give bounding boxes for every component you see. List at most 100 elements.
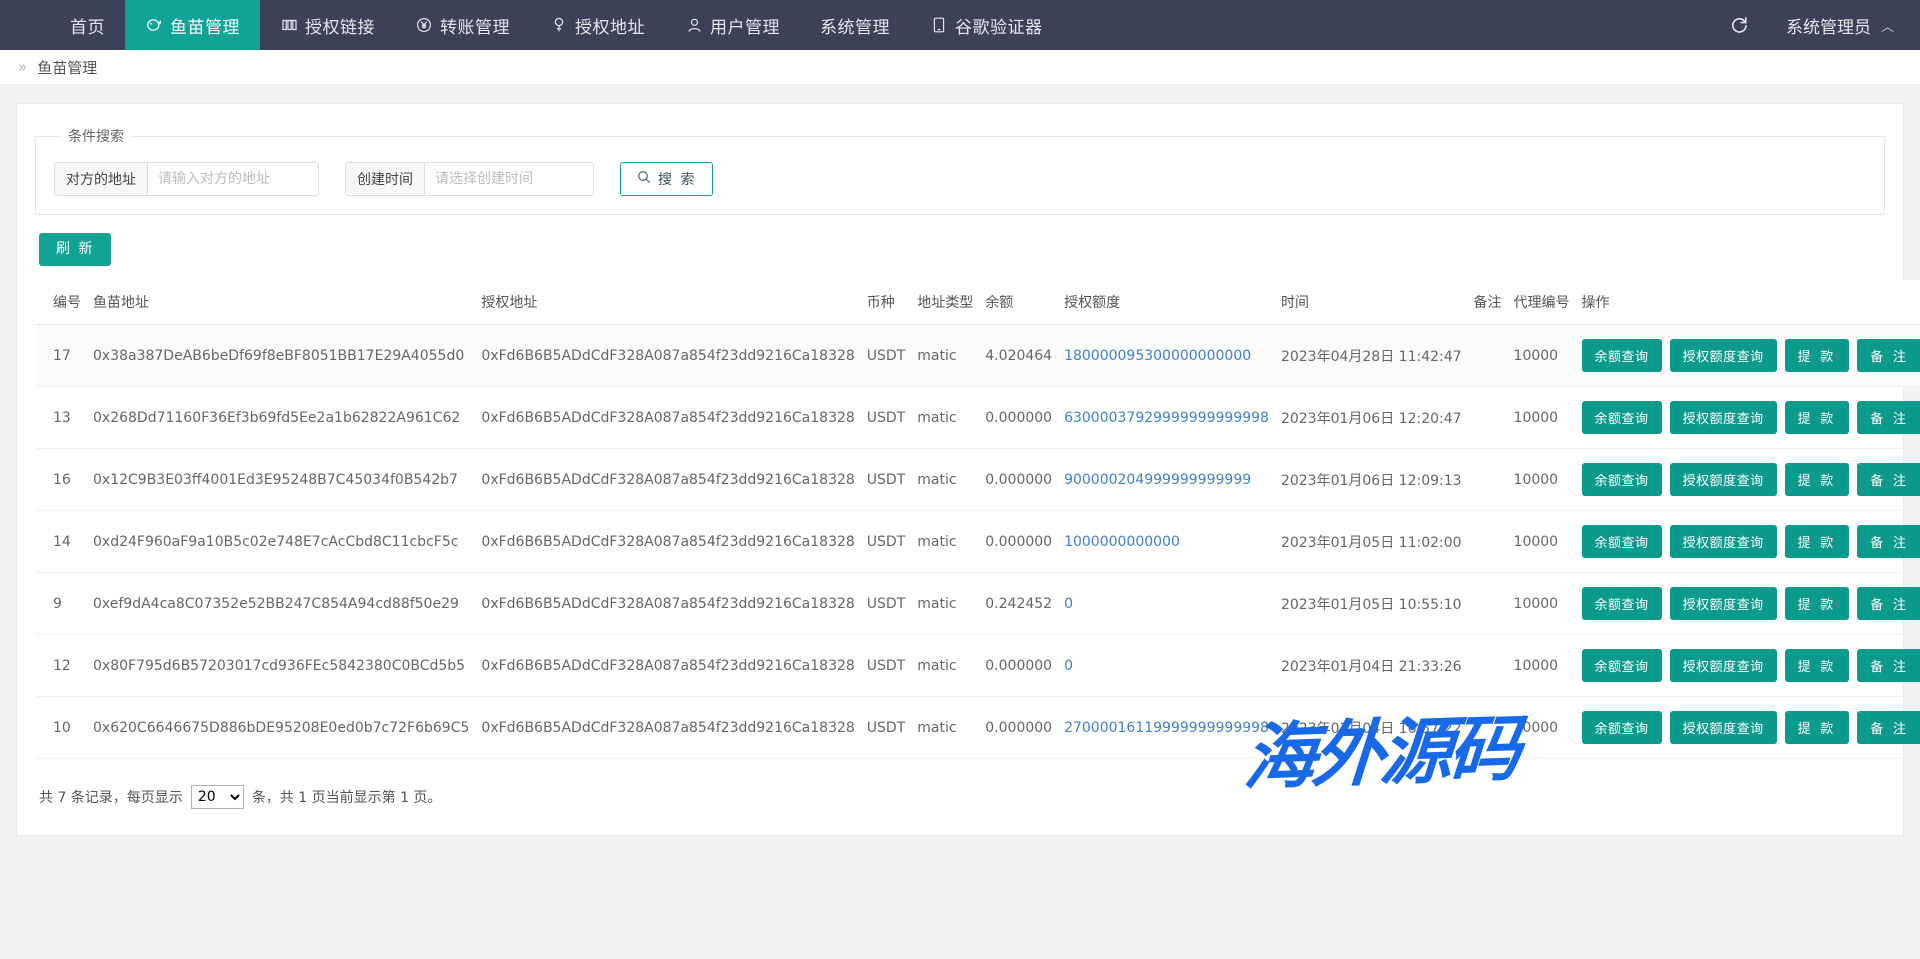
withdraw-button[interactable]: 提 款 xyxy=(1785,463,1850,496)
balance-query-button[interactable]: 余额查询 xyxy=(1582,587,1662,620)
quota-query-button[interactable]: 授权额度查询 xyxy=(1670,587,1777,620)
withdraw-button[interactable]: 提 款 xyxy=(1785,649,1850,682)
operations-group: 余额查询授权额度查询提 款备 注 xyxy=(1582,525,1920,558)
cell-operations: 余额查询授权额度查询提 款备 注 xyxy=(1576,573,1920,635)
address-filter-label: 对方的地址 xyxy=(54,162,147,196)
note-button[interactable]: 备 注 xyxy=(1857,401,1920,434)
withdraw-button[interactable]: 提 款 xyxy=(1785,587,1850,620)
search-panel-legend: 条件搜索 xyxy=(60,126,132,146)
address-filter-input[interactable] xyxy=(147,162,319,196)
cell-time: 2023年01月05日 11:02:00 xyxy=(1275,511,1468,573)
cell-id: 14 xyxy=(35,511,87,573)
nav-item-google-authenticator[interactable]: 谷歌验证器 xyxy=(910,0,1063,50)
cell-auth-address: 0xFd6B6B5ADdCdF328A087a854f23dd9216Ca183… xyxy=(475,449,860,511)
cell-address-type: matic xyxy=(911,697,979,759)
table-row: 140xd24F960aF9a10B5c02e748E7cAcCbd8C11cb… xyxy=(35,511,1920,573)
cell-auth-address: 0xFd6B6B5ADdCdF328A087a854f23dd9216Ca183… xyxy=(475,573,860,635)
cell-note xyxy=(1468,325,1508,387)
withdraw-button[interactable]: 提 款 xyxy=(1785,339,1850,372)
nav-item-label: 用户管理 xyxy=(710,13,780,38)
quota-query-button[interactable]: 授权额度查询 xyxy=(1670,463,1777,496)
cell-seed-address: 0x80F795d6B57203017cd936FEc5842380C0BCd5… xyxy=(87,635,475,697)
quota-link[interactable]: 900000204999999999999 xyxy=(1064,472,1251,488)
nav-item-label: 谷歌验证器 xyxy=(955,13,1043,38)
cell-time: 2023年01月04日 21:33:26 xyxy=(1275,635,1468,697)
navbar-menu: 首页 鱼苗管理 授权链接 xyxy=(50,0,1063,50)
address-filter-group: 对方的地址 xyxy=(54,162,319,196)
cell-coin: USDT xyxy=(861,573,911,635)
refresh-icon[interactable] xyxy=(1726,12,1752,38)
quota-link[interactable]: 1000000000000 xyxy=(1064,534,1180,550)
cell-quota: 180000095300000000000 xyxy=(1058,325,1275,387)
user-menu[interactable]: 系统管理员 ︿ xyxy=(1786,13,1894,38)
quota-query-button[interactable]: 授权额度查询 xyxy=(1670,401,1777,434)
cell-time: 2023年01月06日 12:20:47 xyxy=(1275,387,1468,449)
cell-id: 17 xyxy=(35,325,87,387)
cell-seed-address: 0x12C9B3E03ff4001Ed3E95248B7C45034f0B542… xyxy=(87,449,475,511)
withdraw-button[interactable]: 提 款 xyxy=(1785,525,1850,558)
nav-item-auth-link[interactable]: 授权链接 xyxy=(260,0,395,50)
refresh-button[interactable]: 刷 新 xyxy=(39,233,111,266)
nav-item-label: 授权链接 xyxy=(305,13,375,38)
cell-balance: 0.000000 xyxy=(979,449,1058,511)
cell-agent-id: 10000 xyxy=(1508,325,1576,387)
note-button[interactable]: 备 注 xyxy=(1857,649,1920,682)
balance-query-button[interactable]: 余额查询 xyxy=(1582,711,1662,744)
cell-auth-address: 0xFd6B6B5ADdCdF328A087a854f23dd9216Ca183… xyxy=(475,697,860,759)
nav-item-system-management[interactable]: 系统管理 xyxy=(800,0,910,50)
cell-operations: 余额查询授权额度查询提 款备 注 xyxy=(1576,387,1920,449)
balance-query-button[interactable]: 余额查询 xyxy=(1582,339,1662,372)
created-time-filter-input[interactable] xyxy=(424,162,594,196)
cell-coin: USDT xyxy=(861,635,911,697)
pagination-suffix-label: 条，共 1 页当前显示第 1 页。 xyxy=(252,787,442,807)
quota-link[interactable]: 27000016119999999999998 xyxy=(1064,720,1269,736)
balance-query-button[interactable]: 余额查询 xyxy=(1582,463,1662,496)
column-header-time: 时间 xyxy=(1275,280,1468,325)
operations-group: 余额查询授权额度查询提 款备 注 xyxy=(1582,587,1920,620)
cell-operations: 余额查询授权额度查询提 款备 注 xyxy=(1576,635,1920,697)
operations-group: 余额查询授权额度查询提 款备 注 xyxy=(1582,711,1920,744)
nav-item-auth-address[interactable]: 授权地址 xyxy=(530,0,665,50)
quota-query-button[interactable]: 授权额度查询 xyxy=(1670,649,1777,682)
quota-query-button[interactable]: 授权额度查询 xyxy=(1670,525,1777,558)
table-head: 编号 鱼苗地址 授权地址 币种 地址类型 余额 授权额度 时间 备注 代理编号 … xyxy=(35,280,1920,325)
nav-item-fish-management[interactable]: 鱼苗管理 xyxy=(125,0,260,50)
cell-balance: 0.000000 xyxy=(979,635,1058,697)
withdraw-button[interactable]: 提 款 xyxy=(1785,401,1850,434)
quota-link[interactable]: 63000037929999999999998 xyxy=(1064,410,1269,426)
column-header-auth-address: 授权地址 xyxy=(475,280,860,325)
withdraw-button[interactable]: 提 款 xyxy=(1785,711,1850,744)
note-button[interactable]: 备 注 xyxy=(1857,525,1920,558)
breadcrumb-current-page: 鱼苗管理 xyxy=(37,57,97,78)
cell-balance: 0.242452 xyxy=(979,573,1058,635)
quota-query-button[interactable]: 授权额度查询 xyxy=(1670,711,1777,744)
note-button[interactable]: 备 注 xyxy=(1857,339,1920,372)
column-header-address-type: 地址类型 xyxy=(911,280,979,325)
cell-note xyxy=(1468,635,1508,697)
cell-agent-id: 10000 xyxy=(1508,449,1576,511)
quota-link[interactable]: 0 xyxy=(1064,658,1073,674)
nav-item-user-management[interactable]: 用户管理 xyxy=(665,0,800,50)
quota-query-button[interactable]: 授权额度查询 xyxy=(1670,339,1777,372)
nav-item-home[interactable]: 首页 xyxy=(50,0,125,50)
quota-link[interactable]: 180000095300000000000 xyxy=(1064,348,1251,364)
search-button[interactable]: 搜 索 xyxy=(620,162,713,196)
column-header-operations: 操作 xyxy=(1576,280,1920,325)
page-wrapper: 条件搜索 对方的地址 创建时间 搜 索 xyxy=(0,85,1920,836)
note-button[interactable]: 备 注 xyxy=(1857,711,1920,744)
search-icon xyxy=(637,170,651,188)
balance-query-button[interactable]: 余额查询 xyxy=(1582,401,1662,434)
nav-item-transfer-management[interactable]: 转账管理 xyxy=(395,0,530,50)
quota-link[interactable]: 0 xyxy=(1064,596,1073,612)
cell-agent-id: 10000 xyxy=(1508,511,1576,573)
cell-seed-address: 0x620C6646675D886bDE95208E0ed0b7c72F6b69… xyxy=(87,697,475,759)
page-size-select[interactable]: 102050100 xyxy=(191,785,244,809)
note-button[interactable]: 备 注 xyxy=(1857,587,1920,620)
operations-group: 余额查询授权额度查询提 款备 注 xyxy=(1582,649,1920,682)
cell-auth-address: 0xFd6B6B5ADdCdF328A087a854f23dd9216Ca183… xyxy=(475,635,860,697)
balance-query-button[interactable]: 余额查询 xyxy=(1582,649,1662,682)
cell-agent-id: 10000 xyxy=(1508,635,1576,697)
cell-quota: 0 xyxy=(1058,573,1275,635)
note-button[interactable]: 备 注 xyxy=(1857,463,1920,496)
balance-query-button[interactable]: 余额查询 xyxy=(1582,525,1662,558)
